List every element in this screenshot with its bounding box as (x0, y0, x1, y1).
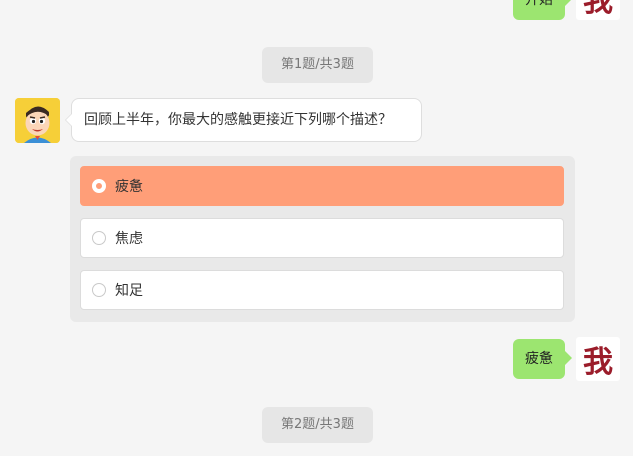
user-message-text: 开始 (525, 0, 553, 8)
user-message-bubble: 开始 (513, 0, 572, 20)
me-avatar: 我 (576, 0, 620, 20)
user-answer-bubble: 疲惫 (513, 339, 572, 379)
option-anxiety[interactable]: 焦虑 (80, 218, 564, 258)
option-label: 知足 (115, 283, 143, 299)
option-fatigue[interactable]: 疲惫 (80, 166, 564, 206)
question-progress-badge: 第2题/共3题 (262, 407, 373, 443)
question-progress-badge: 第1题/共3题 (262, 47, 373, 83)
question-text: 回顾上半年，你最大的感触更接近下列哪个描述？ (84, 112, 392, 128)
cartoon-boy-icon (15, 98, 60, 143)
question-bubble: 回顾上半年，你最大的感触更接近下列哪个描述？ (65, 98, 422, 142)
radio-empty-icon[interactable] (92, 283, 106, 297)
bot-avatar (15, 98, 60, 143)
me-avatar: 我 (576, 337, 620, 381)
option-content[interactable]: 知足 (80, 270, 564, 310)
radio-empty-icon[interactable] (92, 231, 106, 245)
option-label: 焦虑 (115, 231, 143, 247)
radio-selected-icon[interactable] (92, 179, 106, 193)
options-panel: 疲惫 焦虑 知足 (70, 156, 575, 322)
option-label: 疲惫 (115, 179, 143, 195)
user-answer-text: 疲惫 (525, 351, 553, 367)
